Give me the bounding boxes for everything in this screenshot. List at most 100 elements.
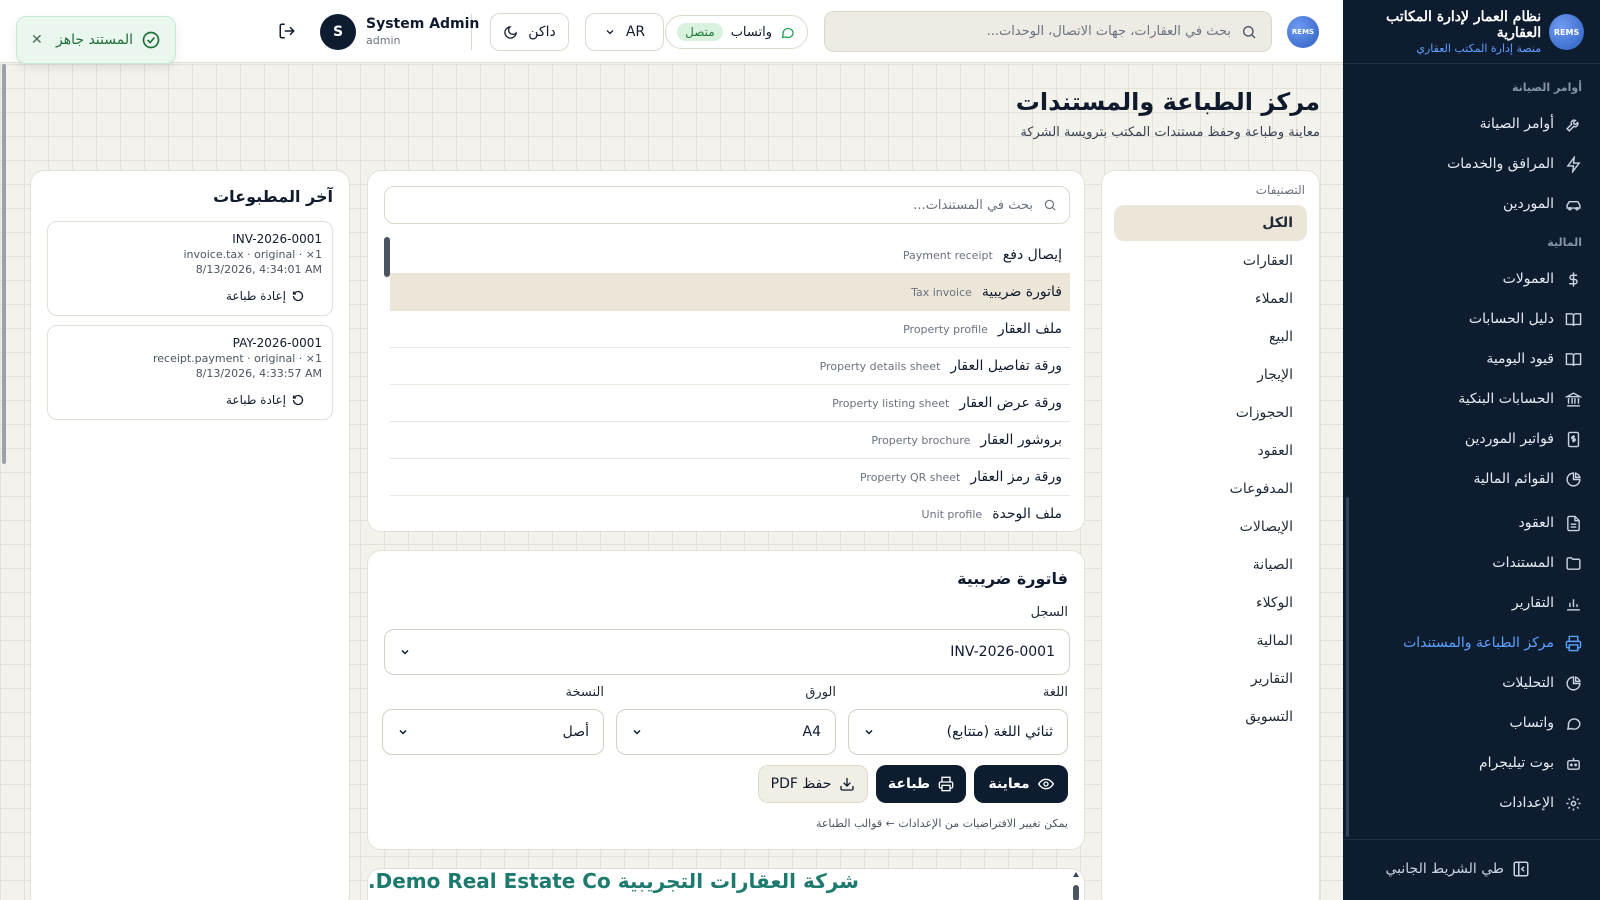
- reprint-button[interactable]: إعادة طباعة: [226, 393, 304, 407]
- sidebar-item-utilities[interactable]: المرافق والخدمات: [1447, 152, 1582, 176]
- document-item[interactable]: إيصال دفع Payment receipt: [390, 237, 1070, 274]
- save-pdf-button[interactable]: حفظ PDF: [758, 765, 868, 803]
- global-search[interactable]: [824, 11, 1272, 52]
- document-item-selected[interactable]: فاتورة ضريبية Tax invoice: [390, 274, 1070, 311]
- settings-hint: يمكن تغيير الافتراضيات من الإعدادات ← قو…: [815, 817, 1068, 830]
- sidebar-item-financial-statements[interactable]: القوائم المالية: [1473, 467, 1582, 491]
- document-item[interactable]: ملف الوحدة Unit profile: [390, 496, 1070, 531]
- page-scrollbar[interactable]: [2, 64, 6, 464]
- sidebar-item-label: العمولات: [1502, 271, 1554, 287]
- logout-icon[interactable]: [278, 22, 296, 40]
- category-rent[interactable]: الإيجار: [1114, 357, 1307, 393]
- search-icon: [1241, 24, 1257, 40]
- sidebar-item-analytics[interactable]: التحليلات: [1502, 671, 1582, 695]
- folder-icon: [1564, 554, 1582, 572]
- sidebar-scrollbar[interactable]: [1346, 497, 1349, 837]
- brand-logo-text: REMS: [1553, 27, 1580, 37]
- language-switcher[interactable]: AR: [585, 13, 664, 51]
- category-sale[interactable]: البيع: [1114, 319, 1307, 355]
- sidebar-item-telegram-bot[interactable]: بوت تيليجرام: [1479, 751, 1582, 775]
- preview-scrollbar[interactable]: [1072, 871, 1080, 900]
- company-header: شركة العقارات التجريبية Demo Real Estate…: [368, 869, 859, 893]
- category-contracts[interactable]: العقود: [1114, 433, 1307, 469]
- document-item[interactable]: ورقة تفاصيل العقار Property details sheet: [390, 348, 1070, 385]
- reprint-button[interactable]: إعادة طباعة: [226, 289, 304, 303]
- collapse-sidebar-button[interactable]: طي الشريط الجانبي: [1385, 860, 1530, 878]
- documents-search-input[interactable]: [397, 197, 1033, 213]
- sidebar-item-chart-of-accounts[interactable]: دليل الحسابات: [1469, 307, 1582, 331]
- sidebar-item-contracts[interactable]: العقود: [1519, 511, 1582, 535]
- paper-value: A4: [802, 724, 821, 740]
- language-value: ثنائي اللغة (متتابع): [946, 724, 1053, 740]
- sidebar-collapse-icon: [1512, 860, 1530, 878]
- category-clients[interactable]: العملاء: [1114, 281, 1307, 317]
- sidebar-item-label: فواتير الموردين: [1464, 431, 1554, 447]
- reprint-label: إعادة طباعة: [225, 393, 286, 407]
- sidebar-item-label: واتساب: [1509, 715, 1554, 731]
- chat-icon: [780, 25, 795, 40]
- sidebar-item-label: الموردين: [1502, 196, 1554, 212]
- category-bookings[interactable]: الحجوزات: [1114, 395, 1307, 431]
- sidebar-item-bank-accounts[interactable]: الحسابات البنكية: [1458, 387, 1582, 411]
- theme-label: داكن: [528, 24, 556, 40]
- record-select[interactable]: INV-2026-0001: [384, 629, 1070, 675]
- preview-button[interactable]: معاينة: [974, 765, 1068, 803]
- category-all[interactable]: الكل: [1114, 205, 1307, 241]
- document-item[interactable]: ورقة رمز العقار Property QR sheet: [390, 459, 1070, 496]
- sidebar-item-suppliers[interactable]: الموردين: [1503, 192, 1582, 216]
- whatsapp-status-pill[interactable]: واتساب متصل: [665, 15, 808, 49]
- sidebar-item-reports[interactable]: التقارير: [1512, 591, 1582, 615]
- category-maintenance[interactable]: الصيانة: [1114, 547, 1307, 583]
- user-name: System Admin: [366, 16, 480, 33]
- sidebar-item-settings[interactable]: الإعدادات: [1499, 791, 1582, 815]
- record-value: INV-2026-0001: [950, 644, 1055, 660]
- language-select[interactable]: ثنائي اللغة (متتابع): [848, 709, 1068, 755]
- documents-search[interactable]: [384, 186, 1070, 224]
- sidebar-item-whatsapp[interactable]: واتساب: [1510, 711, 1582, 735]
- copy-value: أصل: [562, 724, 589, 740]
- category-payments[interactable]: المدفوعات: [1114, 471, 1307, 507]
- category-properties[interactable]: العقارات: [1114, 243, 1307, 279]
- sidebar-section-maintenance: أوامر الصيانة: [1511, 81, 1582, 94]
- sidebar-item-journal-entries[interactable]: قيود اليومية: [1486, 347, 1582, 371]
- selected-document-title: فاتورة ضريبية: [957, 569, 1068, 588]
- page-subtitle: معاينة وطباعة وحفظ مستندات المكتب بترويس…: [1020, 125, 1320, 140]
- sidebar-item-label: المرافق والخدمات: [1447, 156, 1554, 172]
- document-item[interactable]: بروشور العقار Property brochure: [390, 422, 1070, 459]
- category-receipts[interactable]: الإيصالات: [1114, 509, 1307, 545]
- page-title: مركز الطباعة والمستندات: [1015, 88, 1320, 116]
- sidebar-item-supplier-invoices[interactable]: فواتير الموردين: [1465, 427, 1582, 451]
- sidebar-divider: [1343, 63, 1600, 64]
- category-marketing[interactable]: التسويق: [1114, 699, 1307, 735]
- chevron-down-icon: [604, 26, 616, 38]
- toast-message: المستند جاهز: [55, 32, 133, 48]
- language-label: AR: [625, 24, 646, 40]
- copy-select[interactable]: أصل: [382, 709, 604, 755]
- global-search-input[interactable]: [839, 24, 1231, 39]
- sidebar-item-label: بوت تيليجرام: [1478, 755, 1554, 771]
- category-reports[interactable]: التقارير: [1114, 661, 1307, 697]
- document-name-en: Tax invoice: [911, 285, 972, 299]
- header-logo[interactable]: REMS: [1287, 16, 1319, 48]
- category-agents[interactable]: الوكلاء: [1114, 585, 1307, 621]
- brand-logo: REMS: [1549, 14, 1584, 50]
- print-timestamp: 8/13/2026, 4:33:57 AM: [195, 367, 322, 380]
- theme-toggle[interactable]: داكن: [490, 13, 569, 51]
- status-badge: متصل: [677, 23, 723, 41]
- user-menu[interactable]: S System Admin admin: [320, 13, 479, 51]
- sidebar-item-commissions[interactable]: العمولات: [1503, 267, 1582, 291]
- category-finance[interactable]: المالية: [1114, 623, 1307, 659]
- document-item[interactable]: ورقة عرض العقار Property listing sheet: [390, 385, 1070, 422]
- file-icon: [1564, 514, 1582, 532]
- brand[interactable]: REMS نظام العمار لإدارة المكاتب العقارية…: [1343, 9, 1584, 55]
- paper-select[interactable]: A4: [616, 709, 836, 755]
- bar-chart-icon: [1564, 594, 1582, 612]
- close-icon[interactable]: ✕: [31, 32, 43, 48]
- document-item[interactable]: ملف العقار Property profile: [390, 311, 1070, 348]
- sidebar-item-print-center[interactable]: مركز الطباعة والمستندات: [1403, 631, 1582, 655]
- print-button[interactable]: طباعة: [876, 765, 966, 803]
- sidebar-item-label: التقارير: [1511, 595, 1554, 611]
- sidebar-item-maintenance-orders[interactable]: أوامر الصيانة: [1480, 112, 1582, 136]
- categories-title: التصنيفات: [1255, 183, 1305, 197]
- sidebar-item-documents[interactable]: المستندات: [1492, 551, 1582, 575]
